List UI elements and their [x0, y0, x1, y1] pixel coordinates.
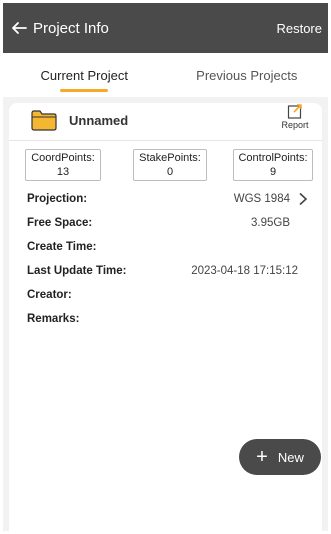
- new-project-button[interactable]: + New: [239, 439, 321, 475]
- project-name: Unnamed: [69, 113, 129, 128]
- folder-icon: [31, 110, 57, 131]
- coord-points-stat[interactable]: CoordPoints: 13: [25, 149, 101, 181]
- coord-points-label: CoordPoints:: [31, 152, 95, 164]
- projection-value: WGS 1984: [233, 193, 290, 205]
- tab-current-project-label: Current Project: [40, 67, 128, 83]
- app-frame: Project Info Restore Current Project Pre…: [3, 3, 328, 531]
- new-project-label: New: [277, 449, 304, 465]
- create-time-label: Create Time:: [27, 241, 97, 253]
- report-label: Report: [281, 120, 309, 130]
- stake-points-value: 0: [166, 166, 174, 178]
- coord-points-value: 13: [56, 166, 70, 178]
- tab-bar: Current Project Previous Projects: [3, 53, 328, 97]
- plus-icon: +: [256, 446, 268, 468]
- report-button[interactable]: Report: [278, 103, 312, 133]
- tab-previous-projects[interactable]: Previous Projects: [166, 53, 329, 97]
- last-update-row: Last Update Time: 2023-04-18 17:15:12: [9, 261, 322, 283]
- divider: [9, 140, 322, 141]
- chevron-right-icon: [298, 192, 308, 206]
- restore-button[interactable]: Restore: [276, 21, 322, 36]
- tab-previous-projects-label: Previous Projects: [196, 67, 298, 83]
- projection-label: Projection:: [27, 193, 88, 205]
- remarks-row: Remarks:: [9, 309, 322, 331]
- free-space-label: Free Space:: [27, 217, 93, 229]
- active-tab-indicator: [60, 89, 109, 92]
- title-left: Project Info: [11, 20, 109, 37]
- tab-current-project[interactable]: Current Project: [3, 53, 166, 97]
- remarks-label: Remarks:: [27, 313, 80, 325]
- stake-points-stat[interactable]: StakePoints: 0: [133, 149, 207, 181]
- report-icon: [287, 103, 303, 119]
- control-points-label: ControlPoints:: [238, 152, 308, 164]
- creator-row: Creator:: [9, 285, 322, 307]
- stake-points-label: StakePoints:: [139, 152, 201, 164]
- page-title: Project Info: [33, 19, 109, 37]
- project-header: Unnamed Report: [9, 103, 322, 139]
- control-points-stat[interactable]: ControlPoints: 9: [233, 149, 313, 181]
- title-bar: Project Info Restore: [3, 3, 328, 53]
- free-space-value: 3.95GB: [251, 217, 290, 229]
- creator-label: Creator:: [27, 289, 72, 301]
- last-update-value: 2023-04-18 17:15:12: [191, 265, 298, 277]
- back-arrow-icon[interactable]: [11, 20, 27, 36]
- last-update-label: Last Update Time:: [27, 265, 127, 277]
- control-points-value: 9: [269, 166, 277, 178]
- free-space-row: Free Space: 3.95GB: [9, 213, 322, 235]
- projection-row[interactable]: Projection: WGS 1984: [9, 189, 322, 211]
- create-time-row: Create Time:: [9, 237, 322, 259]
